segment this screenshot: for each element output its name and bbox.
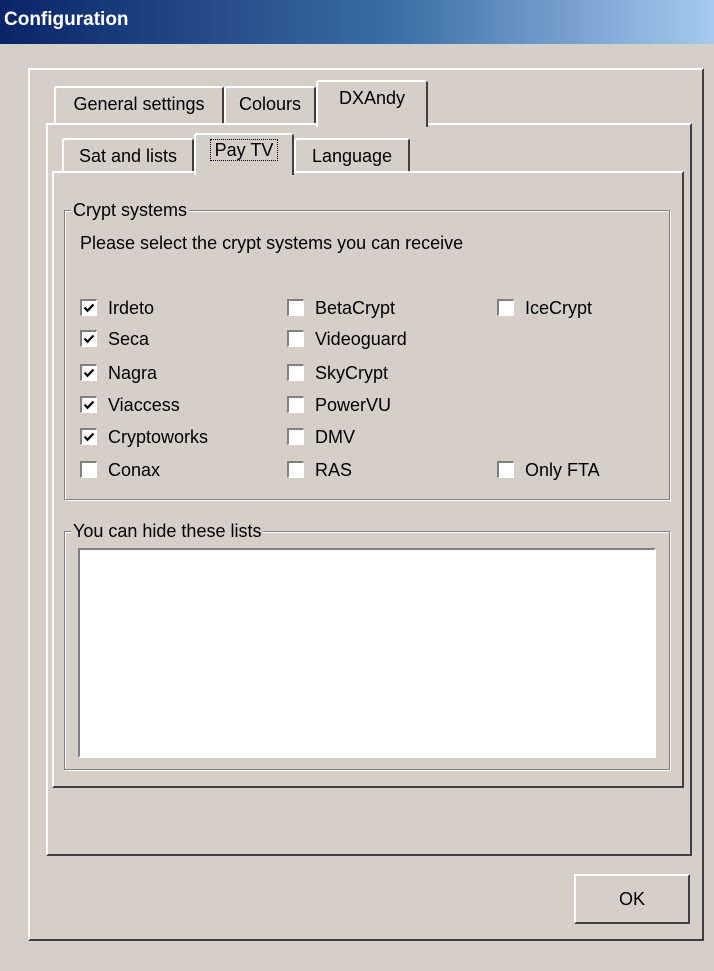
checkbox-box[interactable]	[80, 330, 97, 347]
window-title: Configuration	[4, 9, 129, 30]
title-bar: Configuration	[0, 0, 714, 44]
checkbox-box[interactable]	[287, 364, 304, 381]
checkbox-box[interactable]	[80, 428, 97, 445]
checkbox-box[interactable]	[287, 461, 304, 478]
tab-language[interactable]: Language	[294, 138, 410, 174]
checkbox-box[interactable]	[287, 428, 304, 445]
crypt-instruction: Please select the crypt systems you can …	[80, 233, 464, 253]
checkbox-box[interactable]	[497, 299, 514, 316]
crypt-systems-legend: Crypt systems	[71, 199, 190, 221]
tab-dxandy[interactable]: DXAndy	[316, 80, 428, 127]
checkbox-box[interactable]	[497, 461, 514, 478]
ok-button[interactable]: OK	[574, 874, 690, 924]
tab-general-settings[interactable]: General settings	[54, 86, 224, 126]
checkbox-box[interactable]	[80, 461, 97, 478]
checkbox-box[interactable]	[287, 330, 304, 347]
checkmark-icon	[83, 400, 95, 410]
checkmark-icon	[83, 334, 95, 344]
hide-lists-legend: You can hide these lists	[71, 520, 264, 542]
checkmark-icon	[83, 368, 95, 378]
checkmark-icon	[83, 303, 95, 313]
checkbox-box[interactable]	[287, 396, 304, 413]
checkbox-box[interactable]	[80, 364, 97, 381]
tab-sat-and-lists[interactable]: Sat and lists	[62, 138, 194, 174]
checkbox-box[interactable]	[80, 299, 97, 316]
checkbox-box[interactable]	[80, 396, 97, 413]
checkmark-icon	[83, 432, 95, 442]
checkbox-box[interactable]	[287, 299, 304, 316]
tab-pay-tv[interactable]: Pay TV	[194, 133, 294, 175]
tab-colours[interactable]: Colours	[224, 86, 316, 126]
hide-lists-listbox[interactable]	[78, 548, 656, 758]
